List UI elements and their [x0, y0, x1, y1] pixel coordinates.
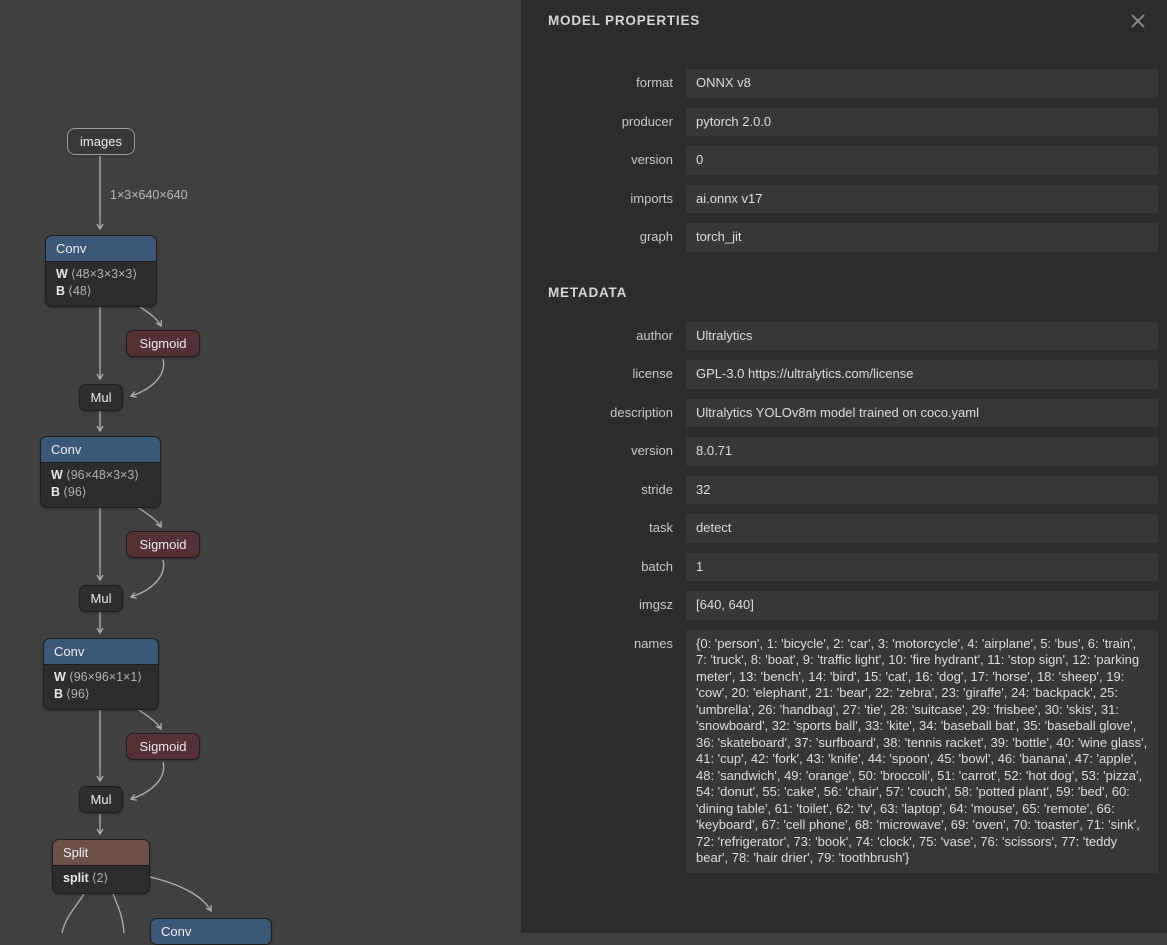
metadata-value-batch[interactable]: 1 [686, 553, 1158, 582]
panel-title: MODEL PROPERTIES [548, 13, 700, 28]
metadata-row: task detect [521, 514, 1158, 543]
param-row: B⟨96⟩ [51, 484, 150, 501]
node-conv-3[interactable]: Conv W⟨96×96×1×1⟩ B⟨96⟩ [43, 638, 159, 710]
node-label: Mul [91, 591, 112, 606]
metadata-title: METADATA [548, 285, 627, 300]
node-label: Sigmoid [140, 336, 187, 351]
metadata-value-task[interactable]: detect [686, 514, 1158, 543]
edge-tensor-label: 1×3×640×640 [110, 188, 188, 202]
node-conv-1[interactable]: Conv W⟨48×3×3×3⟩ B⟨48⟩ [45, 235, 157, 307]
node-sigmoid-2[interactable]: Sigmoid [126, 531, 200, 558]
metadata-row: imgsz [640, 640] [521, 591, 1158, 620]
model-properties-panel: MODEL PROPERTIES format ONNX v8 producer… [521, 0, 1167, 933]
metadata-value-author[interactable]: Ultralytics [686, 322, 1158, 351]
node-sigmoid-1[interactable]: Sigmoid [126, 330, 200, 357]
metadata-label: author [521, 322, 673, 343]
metadata-row: stride 32 [521, 476, 1158, 505]
property-value-version[interactable]: 0 [686, 146, 1158, 175]
metadata-value-names[interactable]: {0: 'person', 1: 'bicycle', 2: 'car', 3:… [686, 630, 1158, 873]
metadata-label: batch [521, 553, 673, 574]
property-row: producer pytorch 2.0.0 [521, 108, 1158, 137]
metadata-value-stride[interactable]: 32 [686, 476, 1158, 505]
metadata-row: author Ultralytics [521, 322, 1158, 351]
param-row: W⟨96×96×1×1⟩ [54, 669, 148, 686]
node-input-images[interactable]: images [67, 128, 135, 155]
property-value-producer[interactable]: pytorch 2.0.0 [686, 108, 1158, 137]
metadata-value-description[interactable]: Ultralytics YOLOv8m model trained on coc… [686, 399, 1158, 428]
metadata-label: names [521, 630, 673, 651]
metadata-row: description Ultralytics YOLOv8m model tr… [521, 399, 1158, 428]
metadata-row: version 8.0.71 [521, 437, 1158, 466]
property-label: version [521, 146, 673, 167]
metadata-value-imgsz[interactable]: [640, 640] [686, 591, 1158, 620]
node-title: Conv [46, 236, 156, 261]
node-mul-2[interactable]: Mul [79, 585, 123, 612]
node-title: Conv [151, 919, 271, 944]
metadata-section: author Ultralytics license GPL-3.0 https… [521, 322, 1167, 873]
properties-section: format ONNX v8 producer pytorch 2.0.0 ve… [521, 69, 1167, 252]
property-label: format [521, 69, 673, 90]
node-label: images [80, 134, 122, 149]
node-params: W⟨48×3×3×3⟩ B⟨48⟩ [46, 261, 156, 306]
node-params: W⟨96×96×1×1⟩ B⟨96⟩ [44, 664, 158, 709]
param-row: W⟨48×3×3×3⟩ [56, 266, 146, 283]
property-value-graph[interactable]: torch_jit [686, 223, 1158, 252]
node-sigmoid-3[interactable]: Sigmoid [126, 733, 200, 760]
panel-header: MODEL PROPERTIES [521, 0, 1167, 31]
node-title: Split [53, 840, 149, 865]
property-label: producer [521, 108, 673, 129]
metadata-value-version[interactable]: 8.0.71 [686, 437, 1158, 466]
node-label: Sigmoid [140, 739, 187, 754]
node-mul-1[interactable]: Mul [79, 384, 123, 411]
param-row: W⟨96×48×3×3⟩ [51, 467, 150, 484]
metadata-label: description [521, 399, 673, 420]
property-row: format ONNX v8 [521, 69, 1158, 98]
node-title: Conv [41, 437, 160, 462]
node-label: Mul [91, 792, 112, 807]
metadata-row: license GPL-3.0 https://ultralytics.com/… [521, 360, 1158, 389]
param-row: split⟨2⟩ [63, 870, 139, 887]
metadata-label: task [521, 514, 673, 535]
metadata-row: batch 1 [521, 553, 1158, 582]
node-mul-3[interactable]: Mul [79, 786, 123, 813]
property-row: graph torch_jit [521, 223, 1158, 252]
property-label: imports [521, 185, 673, 206]
metadata-value-license[interactable]: GPL-3.0 https://ultralytics.com/license [686, 360, 1158, 389]
node-conv-2[interactable]: Conv W⟨96×48×3×3⟩ B⟨96⟩ [40, 436, 161, 508]
node-label: Mul [91, 390, 112, 405]
node-split[interactable]: Split split⟨2⟩ [52, 839, 150, 894]
metadata-label: imgsz [521, 591, 673, 612]
param-row: B⟨96⟩ [54, 686, 148, 703]
metadata-row: names {0: 'person', 1: 'bicycle', 2: 'ca… [521, 630, 1158, 873]
node-title: Conv [44, 639, 158, 664]
node-label: Sigmoid [140, 537, 187, 552]
close-icon[interactable] [1127, 10, 1149, 32]
property-value-format[interactable]: ONNX v8 [686, 69, 1158, 98]
property-label: graph [521, 223, 673, 244]
node-conv-4[interactable]: Conv [150, 918, 272, 945]
metadata-label: stride [521, 476, 673, 497]
node-params: split⟨2⟩ [53, 865, 149, 893]
property-value-imports[interactable]: ai.onnx v17 [686, 185, 1158, 214]
param-row: B⟨48⟩ [56, 283, 146, 300]
metadata-label: version [521, 437, 673, 458]
property-row: imports ai.onnx v17 [521, 185, 1158, 214]
node-params: W⟨96×48×3×3⟩ B⟨96⟩ [41, 462, 160, 507]
metadata-section-header: METADATA [521, 262, 1167, 322]
metadata-label: license [521, 360, 673, 381]
property-row: version 0 [521, 146, 1158, 175]
